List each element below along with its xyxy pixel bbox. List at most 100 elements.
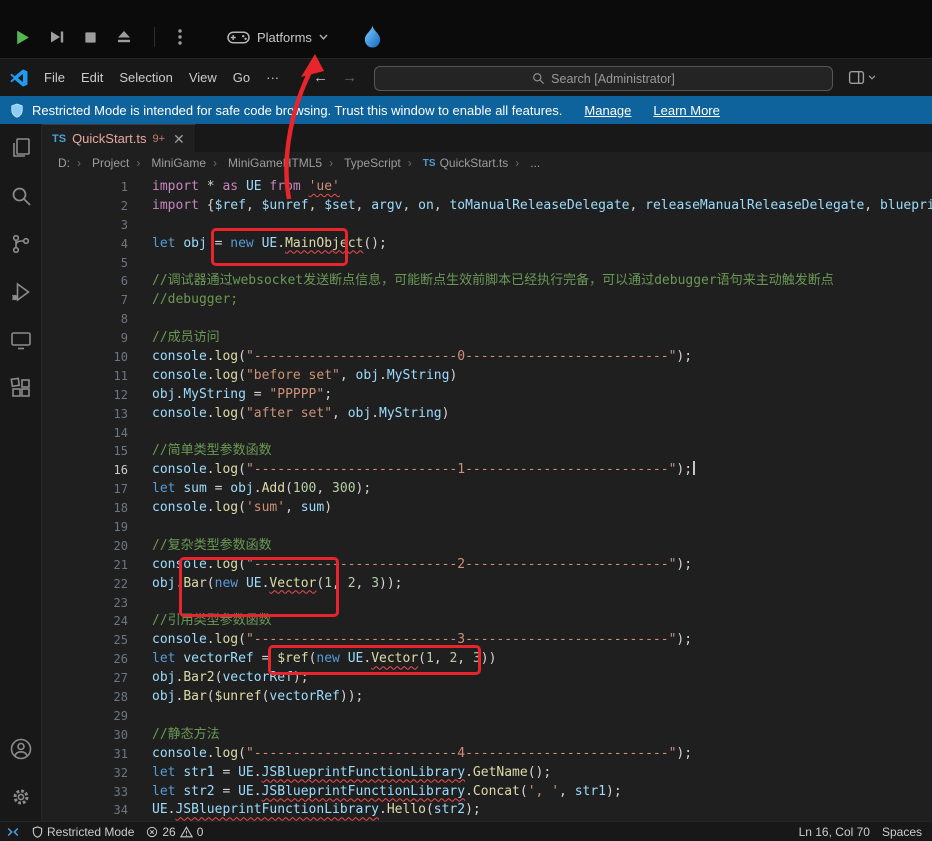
warning-count: 0	[197, 825, 204, 839]
tab-quickstart[interactable]: TS QuickStart.ts 9+ ✕	[42, 124, 196, 152]
breadcrumb-typescript[interactable]: TypeScript	[322, 156, 401, 170]
code-line[interactable]: 5	[42, 254, 932, 273]
menu-view[interactable]: View	[181, 67, 225, 88]
line-number: 2	[42, 197, 128, 216]
ue-editor-toolbar: Platforms	[0, 0, 932, 58]
search-sidebar-icon[interactable]	[0, 172, 42, 220]
menu-overflow[interactable]: ···	[258, 67, 287, 88]
code-line[interactable]: 17let sum = obj.Add(100, 300);	[42, 480, 932, 499]
code-line[interactable]: 3	[42, 216, 932, 235]
stop-button[interactable]	[83, 30, 98, 45]
code-line[interactable]: 29	[42, 707, 932, 726]
breadcrumb-file[interactable]: TS QuickStart.ts	[401, 156, 508, 170]
code-line[interactable]: 4let obj = new UE.MainObject();	[42, 235, 932, 254]
code-token: "--------------------------4------------…	[246, 746, 676, 761]
code-line[interactable]: 12obj.MyString = "PPPPP";	[42, 386, 932, 405]
extensions-icon[interactable]	[0, 364, 42, 412]
remote-explorer-icon[interactable]	[0, 316, 42, 364]
breadcrumb-drive[interactable]: D:	[58, 156, 70, 170]
code-line[interactable]: 1import * as UE from 'ue'	[42, 178, 932, 197]
code-line[interactable]: 28obj.Bar($unref(vectorRef));	[42, 688, 932, 707]
code-token: );	[676, 557, 692, 572]
code-token: ,	[457, 651, 473, 666]
code-token: 1	[324, 576, 332, 591]
skip-icon	[49, 29, 65, 45]
code-line[interactable]: 6//调试器通过websocket发送断点信息，可能断点生效前脚本已经执行完备，…	[42, 272, 932, 291]
status-bar: Restricted Mode 26 0 Ln 16, Col 70 Space…	[0, 821, 932, 841]
code-token: JSBlueprintFunctionLibrary	[175, 802, 379, 817]
code-token: let	[152, 236, 183, 251]
code-token: Bar	[183, 689, 206, 704]
code-line[interactable]: 31console.log("-------------------------…	[42, 745, 932, 764]
forward-arrow-icon[interactable]: →	[342, 69, 357, 86]
code-line[interactable]: 27obj.Bar2(vectorRef);	[42, 669, 932, 688]
code-line[interactable]: 9//成员访问	[42, 329, 932, 348]
menu-file[interactable]: File	[36, 67, 73, 88]
code-editor[interactable]: 1import * as UE from 'ue'2import {$ref, …	[42, 174, 932, 821]
code-token: log	[215, 632, 238, 647]
code-line[interactable]: 11console.log("before set", obj.MyString…	[42, 367, 932, 386]
code-line[interactable]: 10console.log("-------------------------…	[42, 348, 932, 367]
cursor-position-status[interactable]: Ln 16, Col 70	[793, 825, 876, 839]
code-line[interactable]: 32let str1 = UE.JSBlueprintFunctionLibra…	[42, 764, 932, 783]
command-search-input[interactable]: Search [Administrator]	[374, 66, 833, 91]
code-line[interactable]: 18console.log('sum', sum)	[42, 499, 932, 518]
puerts-flame-icon[interactable]	[362, 24, 383, 50]
settings-gear-icon[interactable]	[0, 773, 42, 821]
code-line[interactable]: 24//引用类型参数函数	[42, 612, 932, 631]
code-token: .	[379, 368, 387, 383]
code-line[interactable]: 20//复杂类型参数函数	[42, 537, 932, 556]
code-token: log	[215, 557, 238, 572]
indentation-status[interactable]: Spaces	[876, 825, 928, 839]
restricted-mode-status[interactable]: Restricted Mode	[26, 825, 140, 839]
manage-link[interactable]: Manage	[584, 103, 631, 118]
breadcrumb-project[interactable]: Project	[70, 156, 129, 170]
close-icon[interactable]: ✕	[173, 132, 185, 146]
account-icon[interactable]	[0, 725, 42, 773]
code-line[interactable]: 13console.log("after set", obj.MyString)	[42, 405, 932, 424]
run-debug-icon[interactable]	[0, 268, 42, 316]
back-arrow-icon[interactable]: ←	[313, 69, 328, 86]
code-line[interactable]: 26let vectorRef = $ref(new UE.Vector(1, …	[42, 650, 932, 669]
code-token: Vector	[269, 576, 316, 591]
code-token: log	[215, 368, 238, 383]
code-token: UE	[246, 179, 269, 194]
toolbar-more-button[interactable]	[177, 28, 183, 46]
source-control-icon[interactable]	[0, 220, 42, 268]
remote-indicator[interactable]	[0, 822, 26, 841]
explorer-icon[interactable]	[0, 124, 42, 172]
code-line[interactable]: 7//debugger;	[42, 291, 932, 310]
code-line[interactable]: 16console.log("-------------------------…	[42, 461, 932, 480]
menu-selection[interactable]: Selection	[111, 67, 180, 88]
code-token: );	[676, 746, 692, 761]
menu-go[interactable]: Go	[225, 67, 258, 88]
code-line[interactable]: 15//简单类型参数函数	[42, 442, 932, 461]
code-token: =	[215, 481, 231, 496]
code-line[interactable]: 34UE.JSBlueprintFunctionLibrary.Hello(st…	[42, 801, 932, 820]
learn-more-link[interactable]: Learn More	[653, 103, 719, 118]
code-line[interactable]: 2import {$ref, $unref, $set, argv, on, t…	[42, 197, 932, 216]
breadcrumb-minigamehtml5[interactable]: MiniGameHTML5	[206, 156, 322, 170]
platforms-dropdown[interactable]: Platforms	[227, 30, 328, 45]
code-line[interactable]: 25console.log("-------------------------…	[42, 631, 932, 650]
code-line[interactable]: 19	[42, 518, 932, 537]
code-line[interactable]: 8	[42, 310, 932, 329]
code-line[interactable]: 22obj.Bar(new UE.Vector(1, 2, 3));	[42, 575, 932, 594]
breadcrumb-symbol-ellipsis[interactable]: ...	[508, 156, 540, 170]
code-line[interactable]: 21console.log("-------------------------…	[42, 556, 932, 575]
code-token: 1	[426, 651, 434, 666]
code-line[interactable]: 23	[42, 594, 932, 613]
skip-button[interactable]	[49, 29, 65, 45]
code-line[interactable]: 30//静态方法	[42, 726, 932, 745]
layout-customize-button[interactable]	[848, 69, 876, 86]
code-token: blueprint	[880, 198, 932, 213]
breadcrumb-minigame[interactable]: MiniGame	[129, 156, 206, 170]
menu-edit[interactable]: Edit	[73, 67, 111, 88]
code-line[interactable]: 14	[42, 424, 932, 443]
code-token: (	[520, 784, 528, 799]
eject-button[interactable]	[116, 29, 132, 45]
code-token: ,	[246, 198, 262, 213]
problems-status[interactable]: 26 0	[140, 825, 209, 839]
play-button[interactable]	[14, 29, 31, 46]
code-line[interactable]: 33let str2 = UE.JSBlueprintFunctionLibra…	[42, 783, 932, 802]
